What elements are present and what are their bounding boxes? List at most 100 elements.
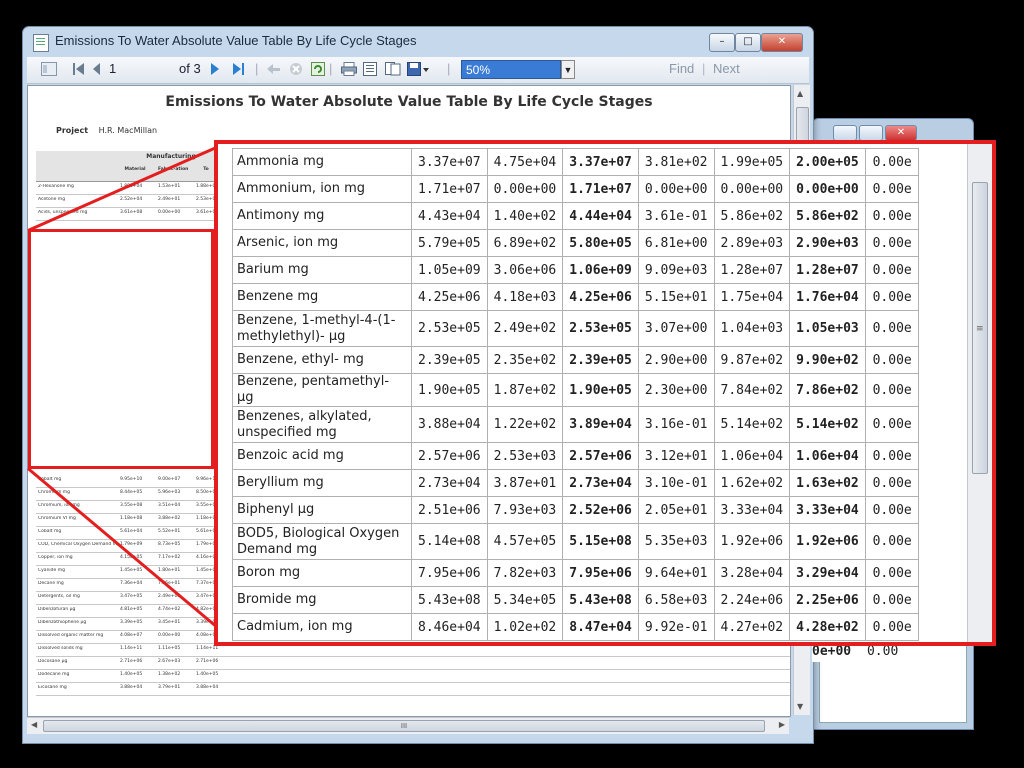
back-icon[interactable] — [267, 62, 281, 79]
row-label: COD, Chemical Oxygen Demand mg — [38, 542, 118, 547]
page-setup-icon[interactable] — [385, 62, 401, 79]
table-row: Dodecane mg 1.40e+05 1.38e+02 1.40e+05 — [36, 670, 790, 683]
cell-value: 1.06e+04 — [789, 442, 866, 470]
cell-value: 1.63e+02 — [789, 469, 866, 497]
row-label: Acids, unspecified mg — [38, 210, 118, 215]
cell-value: 1.28e+07 — [713, 256, 791, 284]
row-label: Benzenes, alkylated, unspecified mg — [232, 406, 412, 443]
row-label: Arsenic, ion mg — [232, 229, 412, 257]
row-value: 3.39e+05 — [120, 620, 143, 625]
cell-value: 7.84e+02 — [713, 373, 791, 407]
row-label: Boron mg — [232, 559, 412, 587]
cell-value: 1.05e+09 — [411, 256, 488, 284]
cell-value: 5.14e+08 — [411, 523, 488, 560]
row-value: 0.00e+00 — [158, 210, 181, 215]
row-label: Cyanide mg — [38, 568, 65, 573]
row-value: 3.55e+08 — [120, 503, 143, 508]
cell-value: 0.00e — [864, 559, 919, 587]
refresh-icon[interactable] — [311, 62, 325, 79]
cell-value: 0.00e — [864, 406, 919, 443]
cell-value: 3.16e-01 — [637, 406, 715, 443]
project-row: Project H.R. MacMillan — [56, 126, 157, 135]
cell-value: 2.35e+02 — [486, 346, 564, 374]
scroll-down-icon[interactable]: ▼ — [797, 702, 803, 711]
scroll-left-icon[interactable]: ◀ — [31, 720, 37, 729]
bg-cell-value-2: 0.00 — [866, 644, 899, 659]
scroll-right-icon[interactable]: ▶ — [779, 720, 785, 729]
last-page-icon[interactable] — [233, 62, 245, 79]
previous-page-icon[interactable] — [93, 62, 101, 79]
cell-value: 2.00e+05 — [789, 148, 866, 176]
cell-value: 0.00e — [864, 310, 919, 347]
row-label: Chromium, ion mg — [38, 503, 80, 508]
horizontal-scroll-thumb[interactable]: III — [43, 720, 765, 732]
export-save-icon[interactable] — [407, 62, 429, 79]
print-layout-icon[interactable] — [363, 62, 377, 79]
row-value: 1.40e+05 — [120, 672, 143, 677]
toolbar-separator: | — [447, 61, 451, 76]
cell-value: 0.00e+00 — [789, 175, 866, 203]
print-icon[interactable] — [341, 62, 357, 79]
first-page-icon[interactable] — [73, 62, 85, 79]
zoom-dropdown[interactable]: 50% — [461, 60, 561, 79]
cell-value: 0.00e — [864, 586, 919, 614]
total-column-header: To — [203, 167, 209, 172]
cell-value: 0.00e — [864, 496, 919, 524]
table-row: Arsenic, ion mg 5.79e+05 6.89e+02 5.80e+05 6… — [232, 229, 919, 257]
row-value: 1.40e+05 — [196, 672, 219, 677]
cell-value: 3.81e+02 — [637, 148, 715, 176]
cell-value: 2.39e+05 — [562, 346, 639, 374]
next-page-icon[interactable] — [211, 62, 219, 79]
cell-value: 0.00e — [864, 346, 919, 374]
bg-cell-value: 0e+00 — [812, 644, 852, 659]
minimize-button[interactable]: – — [709, 33, 735, 52]
cell-value: 0.00e — [864, 442, 919, 470]
cell-value: 3.28e+04 — [713, 559, 791, 587]
zoom-vertical-scrollbar[interactable]: ≡ — [967, 144, 992, 642]
cell-value: 0.00e — [864, 229, 919, 257]
row-value: 9.00e+07 — [158, 477, 181, 482]
bg-minimize-button[interactable] — [833, 125, 857, 141]
cell-value: 2.73e+04 — [411, 469, 488, 497]
cell-value: 7.82e+03 — [486, 559, 564, 587]
cell-value: 4.25e+06 — [411, 283, 488, 311]
report-app-icon — [33, 34, 49, 52]
cell-value: 5.43e+08 — [562, 586, 639, 614]
find-link[interactable]: Find — [669, 61, 694, 76]
cell-value: 2.90e+03 — [789, 229, 866, 257]
maximize-button[interactable]: □ — [735, 33, 761, 52]
row-label: Copper, ion mg — [38, 555, 73, 560]
cell-value: 1.71e+07 — [562, 175, 639, 203]
cell-value: 9.87e+02 — [713, 346, 791, 374]
close-button[interactable]: ✕ — [761, 33, 803, 52]
document-map-icon[interactable] — [41, 62, 57, 79]
cell-value: 5.86e+02 — [713, 202, 791, 230]
current-page-input[interactable]: 1 — [109, 61, 116, 76]
row-label: Decane mg — [38, 581, 64, 586]
page-count-label: of 3 — [179, 61, 201, 76]
bg-maximize-button[interactable] — [859, 125, 883, 141]
cell-value: 3.61e-01 — [637, 202, 715, 230]
cell-value: 1.06e+04 — [713, 442, 791, 470]
cell-value: 0.00e+00 — [713, 175, 791, 203]
table-row: Beryllium mg 2.73e+04 3.87e+01 2.73e+04 3.10… — [232, 469, 919, 497]
scroll-up-icon[interactable]: ▲ — [797, 89, 803, 98]
find-next-link[interactable]: Next — [713, 61, 740, 76]
cell-value: 2.53e+05 — [411, 310, 488, 347]
cell-value: 1.62e+02 — [713, 469, 791, 497]
cell-value: 2.30e+00 — [637, 373, 715, 407]
horizontal-scrollbar[interactable]: ◀ III ▶ — [27, 717, 789, 734]
row-label: 2-Hexanone mg — [38, 184, 74, 189]
bg-close-button[interactable]: ✕ — [885, 125, 917, 141]
table-row: Benzenes, alkylated, unspecified mg 3.88e… — [232, 406, 919, 443]
cell-value: 0.00e — [864, 373, 919, 407]
row-value: 8.44e+05 — [120, 490, 143, 495]
row-label: Antimony mg — [232, 202, 412, 230]
chevron-down-icon[interactable]: ▼ — [561, 60, 575, 79]
table-row: Antimony mg 4.43e+04 1.40e+02 4.44e+04 3.61e… — [232, 202, 919, 230]
cell-value: 4.44e+04 — [562, 202, 639, 230]
cell-value: 7.95e+06 — [411, 559, 488, 587]
row-label: Chromium VI mg — [38, 516, 76, 521]
stop-icon[interactable] — [289, 62, 303, 79]
row-value: 8.73e+05 — [158, 542, 181, 547]
